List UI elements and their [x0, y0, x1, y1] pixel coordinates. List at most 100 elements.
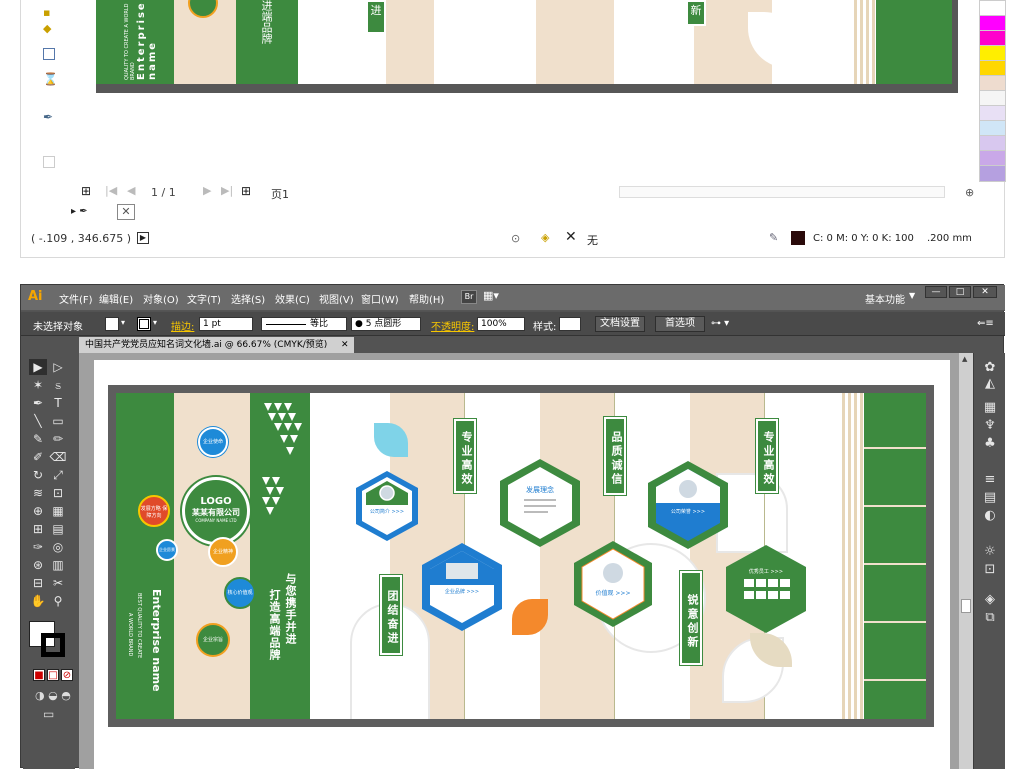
blend-tool-icon[interactable]: ◎	[49, 539, 67, 555]
screen-mode-icon[interactable]: ▭	[43, 707, 54, 721]
artboard-tool-icon[interactable]: ⊟	[29, 575, 47, 591]
tab-close-icon[interactable]: ✕	[341, 337, 349, 353]
column-graph-icon[interactable]: ▥	[49, 557, 67, 573]
zoom-tool-icon[interactable]: ⚲	[49, 593, 67, 609]
stroke-profile[interactable]: 等比	[261, 317, 347, 331]
transparency-panel-icon[interactable]: ◐	[980, 507, 1000, 525]
appearance-panel-icon[interactable]: ☼	[980, 543, 1000, 561]
preferences-button[interactable]: 首选项	[655, 316, 705, 332]
menu-8[interactable]: 帮助(H)	[409, 291, 444, 306]
menu-6[interactable]: 视图(V)	[319, 291, 354, 306]
eyedropper-tool-icon[interactable]: ✒	[43, 110, 53, 124]
no-fill-box[interactable]: ✕	[117, 204, 135, 220]
pencil-tool-icon[interactable]: ✏	[49, 431, 67, 447]
close-button[interactable]: ✕	[973, 286, 997, 298]
type-tool-icon[interactable]: T	[49, 395, 67, 411]
scroll-thumb[interactable]	[961, 599, 971, 613]
menu-5[interactable]: 效果(C)	[275, 291, 310, 306]
workspace-switcher[interactable]: 基本功能	[865, 291, 905, 306]
stroke-panel-icon[interactable]: ≡	[980, 471, 1000, 489]
free-transform-icon[interactable]: ⊡	[49, 485, 67, 501]
pen-tool-icon[interactable]: ✒	[29, 395, 47, 411]
gradient-tool-icon[interactable]: ▤	[49, 521, 67, 537]
symbols-panel-icon[interactable]: ♣	[980, 435, 1000, 453]
gradient-mode-icon[interactable]: □	[47, 669, 59, 681]
warp-tool-icon[interactable]: ≋	[29, 485, 47, 501]
magic-wand-icon[interactable]: ✶	[29, 377, 47, 393]
layers-panel-icon[interactable]: ◈	[980, 591, 1000, 609]
pen-icon[interactable]: ✎	[769, 231, 778, 244]
mesh-tool-icon[interactable]: ⊞	[29, 521, 47, 537]
first-page-icon[interactable]: |◀	[105, 184, 117, 197]
workspace-dropdown-icon[interactable]: ▼	[909, 291, 915, 300]
prev-page-icon[interactable]: ◀	[127, 184, 135, 197]
blank-tool-icon[interactable]	[43, 156, 55, 168]
menu-7[interactable]: 窗口(W)	[361, 291, 399, 306]
menu-4[interactable]: 选择(S)	[231, 291, 265, 306]
brush-selector[interactable]: ● 5 点圆形	[351, 317, 421, 331]
next-page-icon[interactable]: ▶	[203, 184, 211, 197]
symbol-sprayer-icon[interactable]: ⊛	[29, 557, 47, 573]
target-icon[interactable]: ⊙	[511, 232, 520, 245]
eyedropper-tool-icon[interactable]: ✑	[29, 539, 47, 555]
play-icon[interactable]: ▶	[137, 232, 149, 244]
menu-1[interactable]: 编辑(E)	[99, 291, 133, 306]
fill-bucket-icon[interactable]: ◈	[541, 231, 549, 244]
menu-3[interactable]: 文字(T)	[187, 291, 221, 306]
paint-tool-icon[interactable]: ◆	[43, 22, 55, 35]
zoom-icon[interactable]: ⊕	[965, 186, 974, 199]
artboards-panel-icon[interactable]: ⧉	[980, 609, 1000, 627]
eraser-tool-icon[interactable]: ⌫	[49, 449, 67, 465]
minimize-button[interactable]: —	[925, 286, 947, 298]
blob-brush-icon[interactable]: ✐	[29, 449, 47, 465]
hand-tool-icon[interactable]: ✋	[29, 593, 47, 609]
shape-builder-icon[interactable]: ⊕	[29, 503, 47, 519]
opacity-input[interactable]: 100%	[477, 317, 525, 331]
add-page-icon[interactable]: ⊞	[81, 184, 91, 198]
color-chip[interactable]	[791, 231, 805, 245]
add-page-end-icon[interactable]: ⊞	[241, 184, 251, 198]
paintbrush-tool-icon[interactable]: ✎	[29, 431, 47, 447]
document-tab[interactable]: 中国共产党党员应知名词文化墙.ai @ 66.67% (CMYK/预览) ✕	[79, 337, 354, 353]
horizontal-scrollbar[interactable]	[619, 186, 945, 198]
bridge-button[interactable]: Br	[461, 290, 477, 304]
rectangle-tool-icon[interactable]: ▭	[49, 413, 67, 429]
panel-menu-icon[interactable]: ⇐≡	[977, 318, 994, 329]
stroke-weight-input[interactable]: 1 pt	[199, 317, 253, 331]
hourglass-tool-icon[interactable]: ⌛	[43, 72, 58, 86]
scale-tool-icon[interactable]: ⤢	[49, 467, 67, 483]
selection-tool-icon[interactable]: ▶	[29, 359, 47, 375]
gradient-panel-icon[interactable]: ▤	[980, 489, 1000, 507]
stroke-dropdown-icon[interactable]: ▾	[153, 318, 157, 327]
style-swatch[interactable]	[559, 317, 581, 331]
none-mode-icon[interactable]: ⊘	[61, 669, 73, 681]
rotate-tool-icon[interactable]: ↻	[29, 467, 47, 483]
swatches-panel-icon[interactable]: ▦	[980, 399, 1000, 417]
scroll-up-icon[interactable]: ▲	[962, 355, 967, 363]
last-page-icon[interactable]: ▶|	[221, 184, 233, 197]
opacity-label[interactable]: 不透明度:	[431, 318, 474, 333]
pick-tool-icon[interactable]: ▸ ✒	[71, 206, 88, 217]
document-setup-button[interactable]: 文档设置	[595, 316, 645, 332]
line-tool-icon[interactable]: ╲	[29, 413, 47, 429]
menu-0[interactable]: 文件(F)	[59, 291, 93, 306]
swatch-11[interactable]	[979, 165, 1006, 182]
fill-dropdown-icon[interactable]: ▾	[121, 318, 125, 327]
rectangle-tool-icon[interactable]	[43, 48, 55, 60]
draw-mode-icon[interactable]: ◑ ◒ ◓	[35, 689, 71, 702]
align-options-icon[interactable]: ⊶ ▾	[711, 318, 729, 329]
stroke-swatch[interactable]	[137, 317, 151, 331]
stroke-color-box[interactable]	[41, 633, 65, 657]
brushes-panel-icon[interactable]: ♆	[980, 417, 1000, 435]
lasso-tool-icon[interactable]: ಽ	[49, 377, 67, 393]
arrange-documents-icon[interactable]: ▦▾	[483, 289, 499, 302]
color-mode-icon[interactable]: ■	[33, 669, 45, 681]
page-tab[interactable]: 页1	[271, 186, 289, 202]
maximize-button[interactable]: □	[949, 286, 971, 298]
color-guide-icon[interactable]: ◭	[980, 375, 1000, 393]
menu-2[interactable]: 对象(O)	[143, 291, 179, 306]
fill-swatch[interactable]	[105, 317, 119, 331]
direct-selection-tool-icon[interactable]: ▷	[49, 359, 67, 375]
slice-tool-icon[interactable]: ✂	[49, 575, 67, 591]
fill-tool-icon[interactable]: ▪	[43, 6, 55, 19]
